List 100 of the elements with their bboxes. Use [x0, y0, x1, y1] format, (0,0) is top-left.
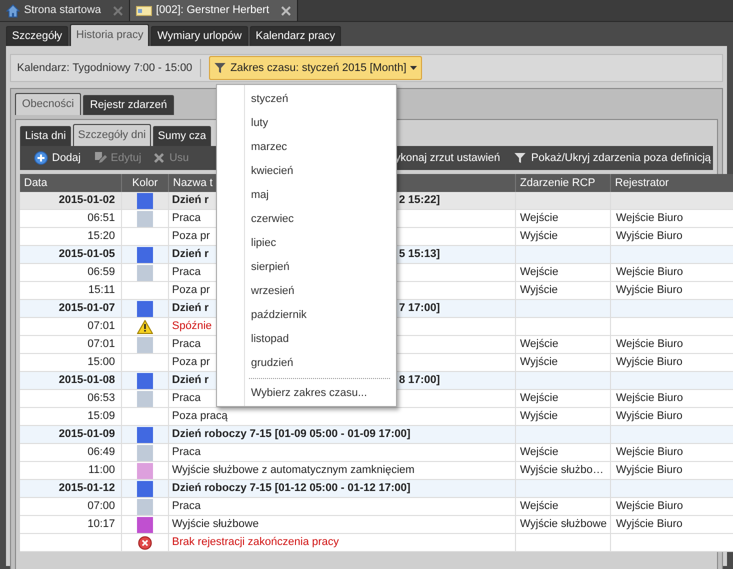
document-tab[interactable]: [002]: Gerstner Herbert	[130, 0, 298, 21]
tab[interactable]: Szczegóły dni	[72, 124, 151, 146]
table-cell: 07:00	[20, 498, 122, 515]
table-cell: 15:00	[20, 354, 122, 371]
table-cell: 06:53	[20, 390, 122, 407]
table-cell: 07:01	[20, 336, 122, 353]
toolbar-button[interactable]: Dodaj	[34, 150, 81, 166]
menu-item[interactable]: marzec	[251, 138, 288, 156]
caret-icon	[410, 66, 418, 70]
table-cell-text: Wyjście służbo…	[520, 463, 604, 478]
table-cell-text: Wejście	[520, 391, 558, 406]
table-cell: 15:20	[20, 228, 122, 245]
menu-item[interactable]: grudzień	[251, 354, 294, 372]
table-cell-text: Wyjście Biuro	[616, 409, 683, 424]
calendar-label: Kalendarz: Tygodniowy 7:00 - 15:00	[17, 60, 192, 76]
table-cell-text: Wejście	[520, 337, 558, 352]
table-cell-text: Dzień r	[172, 301, 209, 316]
filter-icon	[214, 62, 226, 74]
table-cell-text: Wyjście służbowe	[172, 517, 259, 532]
table-cell-text: Wejście Biuro	[616, 445, 684, 460]
table-cell: 2015-01-12	[20, 480, 122, 497]
table-cell-text: Wyjście Biuro	[616, 355, 683, 370]
table-cell-text: 2 15:22]	[399, 193, 440, 208]
menu-item[interactable]: lipiec	[251, 234, 276, 252]
table-cell: 2015-01-05	[20, 246, 122, 263]
table-cell-text: Wejście Biuro	[616, 211, 684, 226]
tab[interactable]: Szczegóły	[6, 26, 68, 46]
toolbar-button[interactable]: Pokaż/Ukryj zdarzenia poza definicją	[514, 150, 711, 166]
table-cell-text: Dzień roboczy 7-15 [01-09 05:00 - 01-09 17:00]	[172, 427, 410, 442]
table-cell: 2015-01-07	[20, 300, 122, 317]
table-cell: 2015-01-08	[20, 372, 122, 389]
menu-item[interactable]: luty	[251, 114, 268, 132]
table-cell-text: 7 17:00]	[399, 301, 440, 316]
tab[interactable]: Historia pracy	[70, 24, 150, 46]
table-cell: 06:59	[20, 264, 122, 281]
table-cell-text: Wyjście służbowe z automatycznym zamknięciem	[172, 463, 415, 478]
table-cell-text: Poza pracą	[172, 409, 228, 424]
menu-item[interactable]: październik	[251, 306, 307, 324]
table-cell-text: Spóźnie	[172, 319, 212, 334]
close-icon	[113, 6, 124, 16]
table-cell: 06:49	[20, 444, 122, 461]
table-cell-text: Wyjście Biuro	[616, 229, 683, 244]
table-cell: 07:01	[20, 318, 122, 335]
table-cell-text: Praca	[172, 445, 201, 460]
tab[interactable]: Lista dni	[20, 126, 71, 146]
table-cell-text: Wyjście	[520, 409, 558, 424]
table-cell-text: Praca	[172, 265, 201, 280]
table-cell-text: Brak rejestracji zakończenia pracy	[172, 535, 339, 550]
menu-item[interactable]: Wybierz zakres czasu...	[251, 384, 368, 402]
document-tab[interactable]: Strona startowa	[0, 0, 130, 21]
table-cell-text: Wejście Biuro	[616, 391, 684, 406]
table-cell-text: Praca	[172, 391, 201, 406]
card-icon	[136, 4, 152, 16]
time-range-button[interactable]: Zakres czasu: styczeń 2015 [Month]	[209, 56, 422, 80]
table-cell-text: 5 15:13]	[399, 247, 440, 262]
edit-icon	[92, 151, 107, 165]
table-cell: 2015-01-02	[20, 192, 122, 209]
table-cell-text: Wyjście	[520, 229, 558, 244]
table-cell-text: Wejście Biuro	[616, 499, 684, 514]
table-cell-text: Wyjście służbowe	[520, 517, 607, 532]
tab[interactable]: Sumy cza	[152, 126, 212, 146]
table-cell-text: Wyjście Biuro	[616, 283, 683, 298]
table-cell-text: Praca	[172, 337, 201, 352]
table-cell-text: Wejście Biuro	[616, 265, 684, 280]
close-icon	[281, 6, 292, 16]
table-cell-text: Poza pr	[172, 283, 210, 298]
home-icon	[6, 4, 20, 18]
filter-icon	[514, 152, 526, 164]
table-cell-text: Praca	[172, 211, 201, 226]
table-cell-text: Wejście	[520, 265, 558, 280]
table-cell-text: Wyjście	[520, 355, 558, 370]
table-cell-text: Dzień roboczy 7-15 [01-12 05:00 - 01-12 17:00]	[172, 481, 410, 496]
menu-item[interactable]: maj	[251, 186, 269, 204]
table-cell: 2015-01-09	[20, 426, 122, 443]
table-cell-text: Dzień r	[172, 193, 209, 208]
menu-item[interactable]: wrzesień	[251, 282, 294, 300]
table-cell-text: Wejście Biuro	[616, 337, 684, 352]
menu-item[interactable]: kwiecień	[251, 162, 294, 180]
menu-item[interactable]: czerwiec	[251, 210, 294, 228]
table-cell: 10:17	[20, 516, 122, 533]
table-cell-text: Dzień r	[172, 247, 209, 262]
table-cell-text: 8 17:00]	[399, 373, 440, 388]
warning-icon	[137, 320, 153, 334]
table-cell-text: Dzień r	[172, 373, 209, 388]
menu-item[interactable]: listopad	[251, 330, 289, 348]
table-cell-text: Wejście	[520, 445, 558, 460]
menu-item[interactable]: sierpień	[251, 258, 290, 276]
tab[interactable]: Obecności	[15, 93, 81, 115]
tab[interactable]: Rejestr zdarzeń	[82, 95, 174, 115]
table-cell-text: Poza pr	[172, 229, 210, 244]
table-cell-text: Praca	[172, 499, 201, 514]
table-cell-text: Wejście	[520, 211, 558, 226]
table-cell-text: Wyjście Biuro	[616, 517, 683, 532]
table-cell-text: Wyjście Biuro	[616, 463, 683, 478]
table-cell-text: Poza pr	[172, 355, 210, 370]
menu-item[interactable]: styczeń	[251, 90, 288, 108]
add-icon	[34, 151, 48, 165]
tab[interactable]: Wymiary urlopów	[151, 26, 248, 46]
tab[interactable]: Kalendarz pracy	[250, 26, 342, 46]
table-cell: 15:09	[20, 408, 122, 425]
